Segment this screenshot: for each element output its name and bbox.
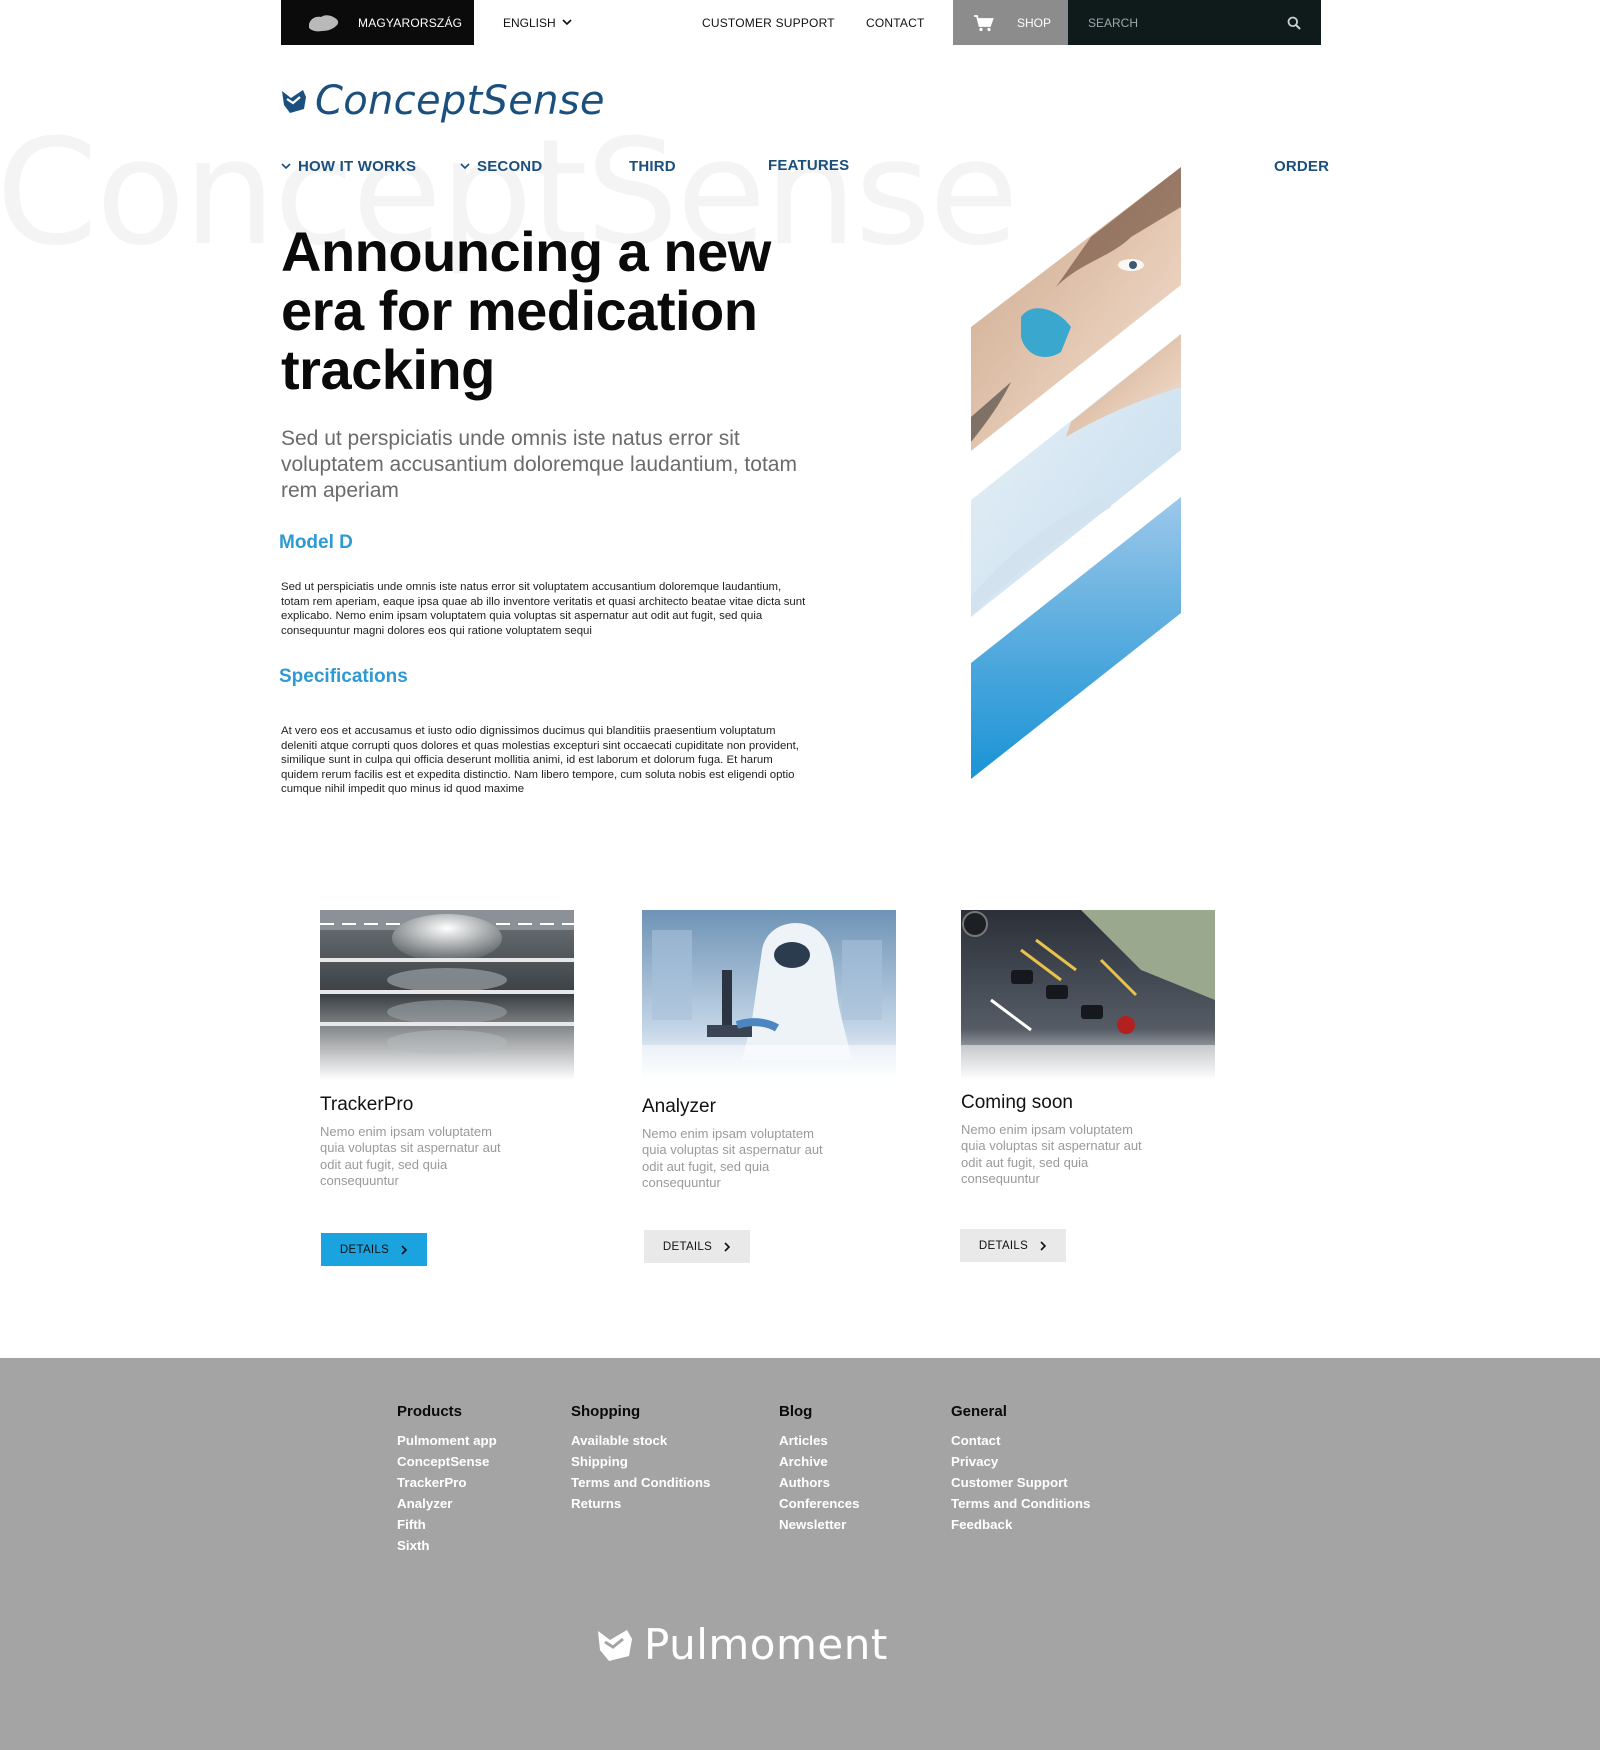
footer-link[interactable]: Newsletter bbox=[779, 1514, 860, 1535]
nav-third[interactable]: THIRD bbox=[629, 158, 676, 175]
specifications-heading: Specifications bbox=[279, 666, 408, 687]
chevron-down-icon bbox=[281, 163, 291, 170]
top-bar: MAGYARORSZÁG ENGLISH CUSTOMER SUPPORT CO… bbox=[281, 0, 1321, 45]
language-label: ENGLISH bbox=[503, 15, 556, 30]
chevron-right-icon bbox=[1040, 1240, 1047, 1251]
footer-heading: General bbox=[951, 1403, 1007, 1420]
footer-heading: Products bbox=[397, 1403, 463, 1420]
product-card-trackerpro: TrackerPro Nemo enim ipsam voluptatem qu… bbox=[320, 910, 576, 1189]
nav-second-label: SECOND bbox=[477, 158, 543, 175]
hero-lead: Sed ut perspiciatis unde omnis iste natu… bbox=[281, 427, 797, 502]
search-placeholder: SEARCH bbox=[1088, 15, 1139, 30]
model-heading: Model D bbox=[279, 532, 353, 553]
card-description: Nemo enim ipsam voluptatem quia voluptas… bbox=[642, 1126, 823, 1190]
footer-link[interactable]: Privacy bbox=[951, 1451, 1090, 1472]
footer-column-blog: Blog Articles Archive Authors Conference… bbox=[779, 1403, 860, 1535]
product-card-analyzer: Analyzer Nemo enim ipsam voluptatem quia… bbox=[642, 910, 898, 1191]
contact-link[interactable]: CONTACT bbox=[866, 0, 925, 45]
language-selector[interactable]: ENGLISH bbox=[503, 0, 572, 45]
footer-column-general: General Contact Privacy Customer Support… bbox=[951, 1403, 1090, 1535]
details-label: DETAILS bbox=[662, 1240, 713, 1253]
analyzer-image bbox=[642, 910, 896, 1080]
footer-link[interactable]: Fifth bbox=[397, 1514, 497, 1535]
chevron-down-icon bbox=[460, 163, 470, 170]
conceptsense-logo-icon bbox=[282, 90, 306, 113]
card-title: Coming soon bbox=[961, 1092, 1073, 1113]
footer-link[interactable]: Feedback bbox=[951, 1514, 1090, 1535]
footer-link[interactable]: Authors bbox=[779, 1472, 860, 1493]
customer-support-link[interactable]: CUSTOMER SUPPORT bbox=[702, 0, 835, 45]
footer-column-shopping: Shopping Available stock Shipping Terms … bbox=[571, 1403, 710, 1514]
nav-how-it-works[interactable]: HOW IT WORKS bbox=[281, 158, 416, 175]
footer-brand-name: Pulmoment bbox=[644, 1620, 888, 1669]
footer-link[interactable]: Conferences bbox=[779, 1493, 860, 1514]
nav-second[interactable]: SECOND bbox=[460, 158, 542, 175]
shop-label: SHOP bbox=[1017, 15, 1052, 30]
product-card-coming-soon: Coming soon Nemo enim ipsam voluptatem q… bbox=[961, 910, 1217, 1187]
footer-link[interactable]: Terms and Conditions bbox=[571, 1472, 710, 1493]
analyzer-details-button[interactable]: DETAILS bbox=[644, 1230, 750, 1263]
footer-link[interactable]: Pulmoment app bbox=[397, 1430, 497, 1451]
chevron-right-icon bbox=[401, 1244, 408, 1255]
chevron-right-icon bbox=[724, 1241, 731, 1252]
footer-link[interactable]: Terms and Conditions bbox=[951, 1493, 1090, 1514]
model-text: Sed ut perspiciatis unde omnis iste natu… bbox=[281, 581, 806, 637]
trackerpro-image bbox=[320, 910, 574, 1080]
footer-link[interactable]: Shipping bbox=[571, 1451, 710, 1472]
footer-link[interactable]: Available stock bbox=[571, 1430, 710, 1451]
footer-link[interactable]: ConceptSense bbox=[397, 1451, 497, 1472]
footer-heading: Shopping bbox=[571, 1403, 641, 1420]
card-title: TrackerPro bbox=[320, 1094, 414, 1115]
hungary-map-icon bbox=[309, 14, 339, 31]
footer-link[interactable]: Analyzer bbox=[397, 1493, 497, 1514]
search-icon[interactable] bbox=[1287, 16, 1301, 30]
card-title: Analyzer bbox=[642, 1096, 716, 1117]
coming-soon-details-button[interactable]: DETAILS bbox=[960, 1229, 1066, 1262]
hero-inhaler-image bbox=[971, 167, 1181, 779]
nav-order[interactable]: ORDER bbox=[1274, 158, 1329, 175]
search-input[interactable]: SEARCH bbox=[1068, 0, 1321, 45]
footer-link[interactable]: Customer Support bbox=[951, 1472, 1090, 1493]
trackerpro-details-button[interactable]: DETAILS bbox=[321, 1233, 427, 1266]
footer-heading: Blog bbox=[779, 1403, 813, 1420]
specifications-text: At vero eos et accusamus et iusto odio d… bbox=[281, 725, 799, 796]
pulmoment-logo-icon bbox=[598, 1629, 632, 1661]
footer-link[interactable]: Archive bbox=[779, 1451, 860, 1472]
shop-button[interactable]: SHOP bbox=[953, 0, 1068, 45]
footer-link[interactable]: Articles bbox=[779, 1430, 860, 1451]
footer-link[interactable]: Contact bbox=[951, 1430, 1090, 1451]
cart-icon bbox=[974, 14, 994, 31]
nav-how-it-works-label: HOW IT WORKS bbox=[298, 158, 417, 175]
details-label: DETAILS bbox=[978, 1239, 1029, 1252]
footer-column-products: Products Pulmoment app ConceptSense Trac… bbox=[397, 1403, 497, 1556]
details-label: DETAILS bbox=[339, 1243, 390, 1256]
card-description: Nemo enim ipsam voluptatem quia voluptas… bbox=[961, 1122, 1142, 1186]
footer-link[interactable]: Sixth bbox=[397, 1535, 497, 1556]
region-label: MAGYARORSZÁG bbox=[358, 15, 463, 30]
hero-headline: Announcing a new era for medication trac… bbox=[281, 220, 771, 401]
footer-link[interactable]: TrackerPro bbox=[397, 1472, 497, 1493]
footer: Products Pulmoment app ConceptSense Trac… bbox=[0, 1358, 1600, 1750]
brand-logo[interactable]: ConceptSense bbox=[281, 78, 605, 124]
footer-brand-logo[interactable]: Pulmoment bbox=[596, 1620, 888, 1669]
nav-features[interactable]: FEATURES bbox=[768, 157, 849, 174]
region-selector[interactable]: MAGYARORSZÁG bbox=[281, 0, 474, 45]
brand-name: ConceptSense bbox=[315, 78, 605, 124]
card-description: Nemo enim ipsam voluptatem quia voluptas… bbox=[320, 1124, 501, 1188]
footer-link[interactable]: Returns bbox=[571, 1493, 710, 1514]
coming-soon-image bbox=[961, 910, 1215, 1080]
chevron-down-icon bbox=[562, 19, 572, 26]
